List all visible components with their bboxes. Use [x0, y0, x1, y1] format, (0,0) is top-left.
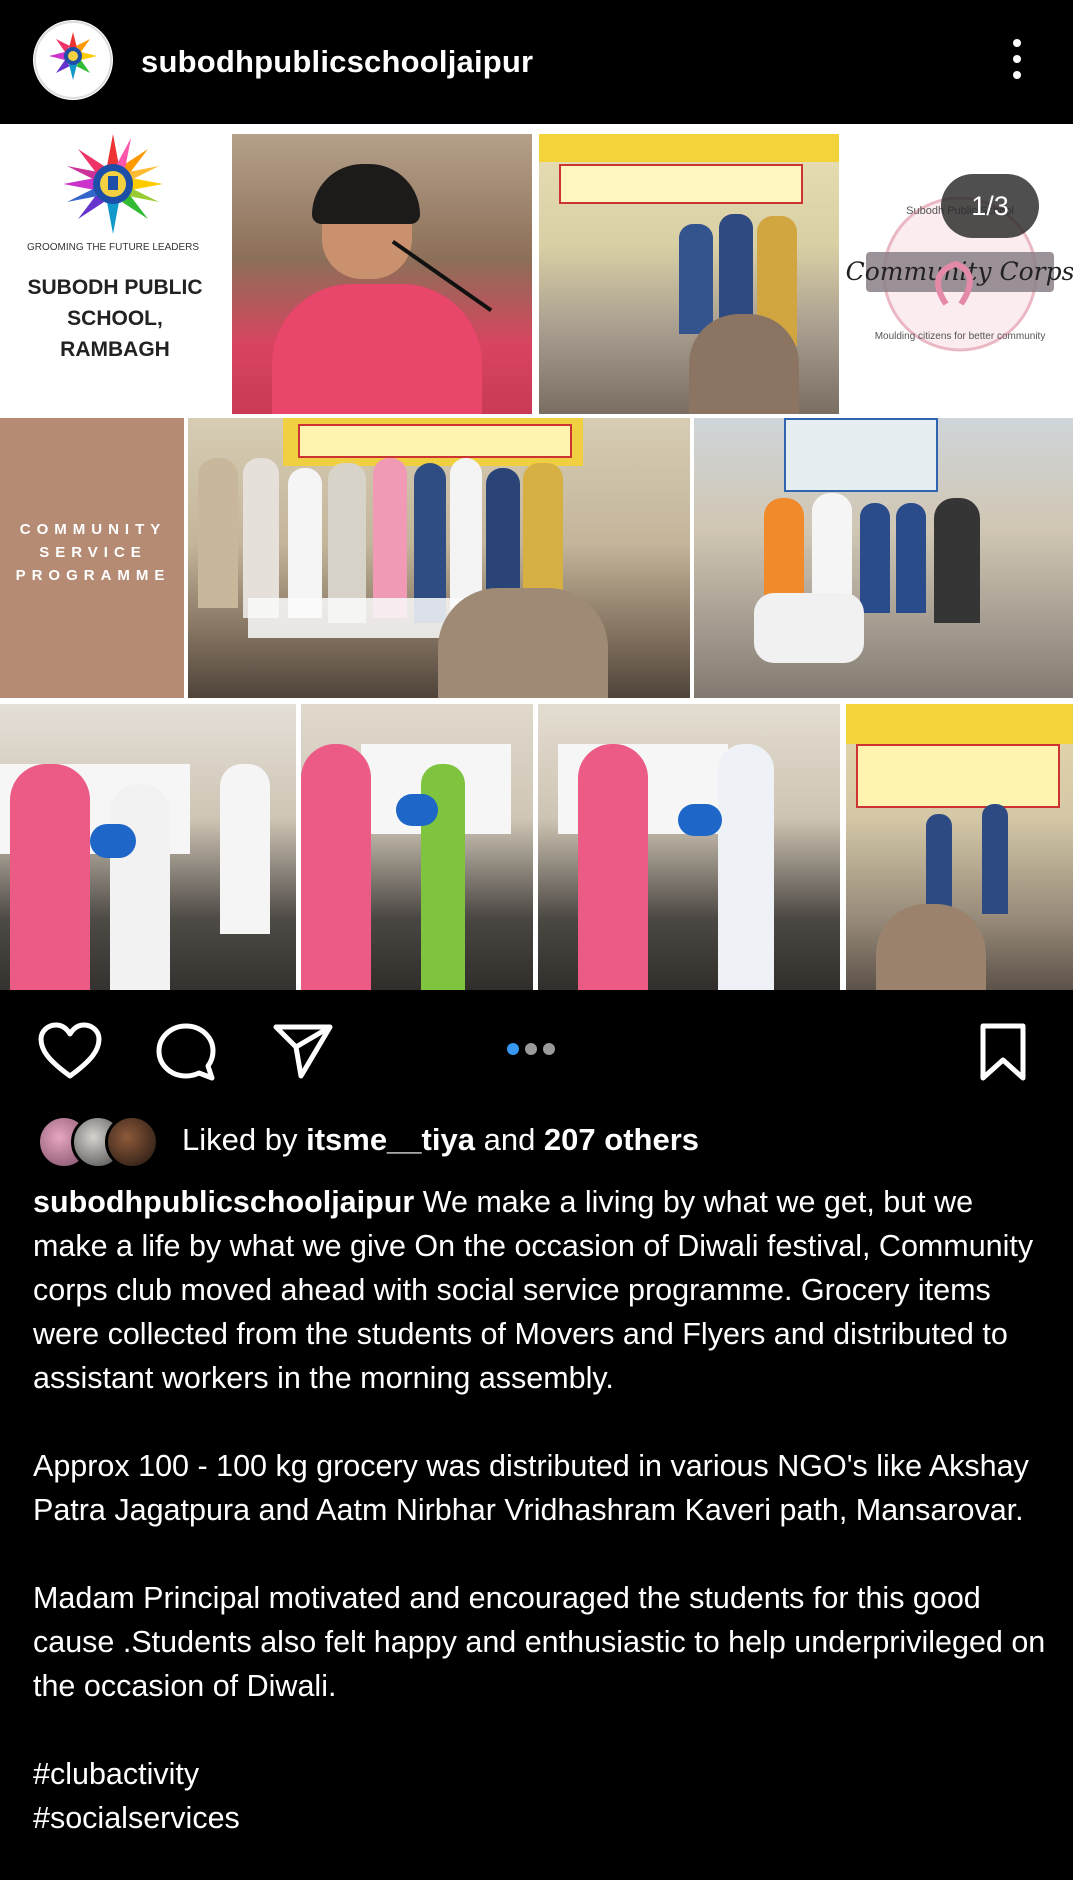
likes-others[interactable]: 207 others: [544, 1122, 699, 1157]
csp-text: COMMUNITY SERVICE PROGRAMME: [15, 521, 171, 584]
hashtag-socialservices[interactable]: #socialservices: [33, 1796, 1053, 1840]
photo-group-old-age-home: [188, 418, 690, 698]
likes-row[interactable]: Liked by itsme__tiya and 207 others: [37, 1112, 1037, 1169]
post-caption: subodhpublicschooljaipur We make a livin…: [33, 1180, 1053, 1840]
photo-vridhashram-2: [846, 704, 1073, 990]
community-service-programme-tile: COMMUNITY SERVICE PROGRAMME: [0, 418, 184, 698]
more-options-icon[interactable]: [1002, 34, 1032, 84]
caption-paragraph-2: Approx 100 - 100 kg grocery was distribu…: [33, 1449, 1029, 1527]
share-send-icon[interactable]: [272, 1022, 334, 1080]
photo-principal-speech: [232, 134, 532, 414]
carousel-counter: 1/3: [941, 174, 1039, 238]
photo-distribution-2: [301, 704, 533, 990]
save-bookmark-icon[interactable]: [979, 1022, 1027, 1082]
likes-text: Liked by itsme__tiya and 207 others: [182, 1122, 699, 1157]
photo-group-outdoor: [694, 418, 1073, 698]
school-logo-tagline: GROOMING THE FUTURE LEADERS: [27, 242, 199, 253]
carousel-dots: [507, 1042, 561, 1060]
hashtag-clubactivity[interactable]: #clubactivity: [33, 1752, 1053, 1796]
like-heart-icon[interactable]: [38, 1022, 102, 1080]
school-logo-tile: GROOMING THE FUTURE LEADERS SUBODH PUBLI…: [0, 124, 230, 404]
photo-distribution-3: [538, 704, 840, 990]
caption-username[interactable]: subodhpublicschooljaipur: [33, 1185, 414, 1219]
liked-by-user[interactable]: itsme__tiya: [306, 1122, 475, 1157]
liker-avatar-3: [105, 1115, 159, 1169]
caption-paragraph-3: Madam Principal motivated and encouraged…: [33, 1581, 1046, 1703]
carousel-dot-1: [507, 1043, 519, 1055]
school-name: SUBODH PUBLIC SCHOOL, RAMBAGH: [27, 276, 203, 361]
post-header: subodhpublicschooljaipur: [0, 0, 1073, 124]
corps-logo-title: Community Corps: [846, 257, 1073, 286]
profile-avatar[interactable]: [33, 20, 113, 100]
school-logo-icon: GROOMING THE FUTURE LEADERS: [27, 134, 199, 253]
carousel-dot-2: [525, 1043, 537, 1055]
photo-vridhashram-banner: [539, 134, 839, 414]
header-username[interactable]: subodhpublicschooljaipur: [141, 44, 533, 80]
community-corps-logo-tile: Community Corps Subodh Public School Mou…: [846, 134, 1073, 414]
carousel-dot-3: [543, 1043, 555, 1055]
corps-logo-arc-bottom: Moulding citizens for better community: [875, 331, 1046, 342]
comment-icon[interactable]: [155, 1022, 217, 1082]
post-image-carousel[interactable]: GROOMING THE FUTURE LEADERS SUBODH PUBLI…: [0, 124, 1073, 990]
photo-distribution-1: [0, 704, 296, 990]
